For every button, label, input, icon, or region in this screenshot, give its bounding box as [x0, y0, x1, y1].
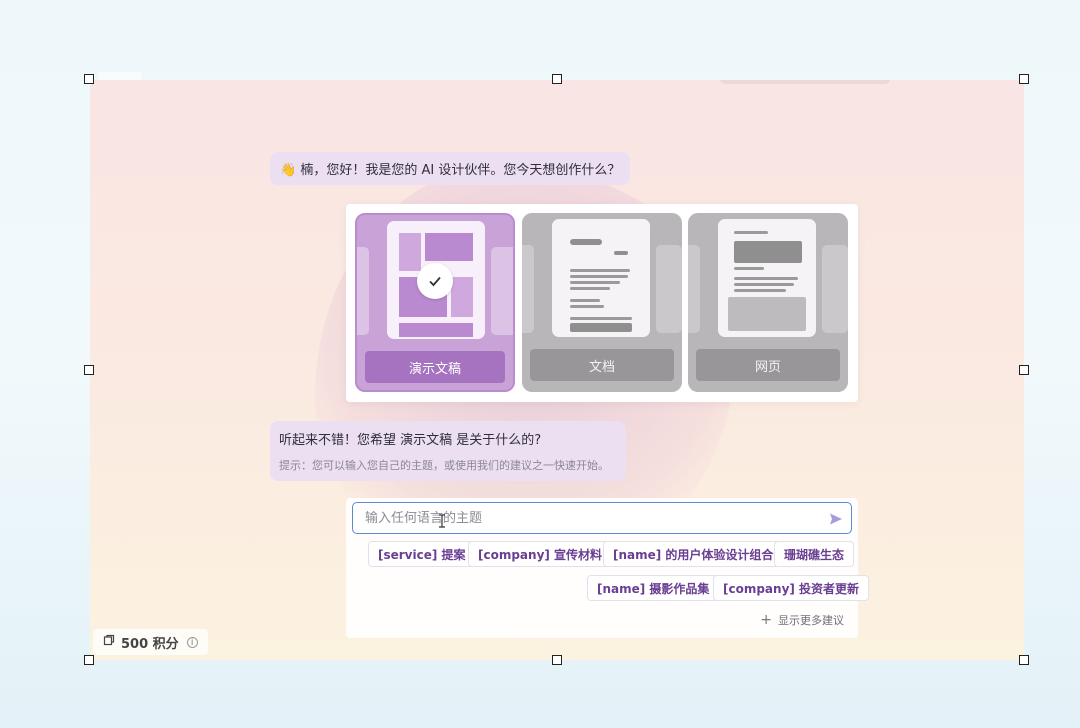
credits-icon: [103, 634, 115, 650]
doc-line: [570, 287, 610, 290]
prompt-hint: 提示：您可以输入您自己的主题，或使用我们的建议之一快速开始。: [279, 459, 609, 472]
doc-line: [570, 317, 632, 320]
show-more-label: 显示更多建议: [778, 614, 844, 627]
type-card-label: 网页: [696, 349, 840, 381]
suggestion-chip[interactable]: [company] 投资者更新: [713, 575, 870, 601]
webpage-preview: [718, 219, 816, 337]
side-preview-right: [491, 247, 513, 335]
type-card-label: 演示文稿: [365, 351, 505, 383]
side-preview-right: [656, 245, 682, 333]
wave-emoji: 👋: [280, 163, 297, 178]
resize-handle-bottom-left[interactable]: [84, 655, 94, 665]
type-card-presentation[interactable]: 演示文稿: [355, 213, 515, 392]
doc-line: [570, 269, 630, 272]
topic-input-panel: [service] 提案 [company] 宣传材料 [name] 的用户体验…: [346, 498, 870, 638]
suggestion-chip[interactable]: 珊瑚礁生态: [774, 541, 855, 567]
prompt-question: 听起来不错！您希望 演示文稿 是关于什么的?: [279, 433, 542, 448]
slide-thumb: [399, 323, 473, 337]
suggestion-chip[interactable]: [service] 提案: [368, 541, 476, 567]
send-icon[interactable]: [829, 511, 843, 530]
slide-thumb: [399, 233, 421, 271]
screenshot-frame: 👋 楠，您好！我是您的 AI 设计伙伴。您今天想创作什么？ 演示文稿 文档 网页…: [90, 80, 1024, 660]
doc-line: [614, 251, 628, 255]
resize-handle-top-right[interactable]: [1019, 74, 1029, 84]
info-icon[interactable]: i: [186, 636, 198, 648]
greeting-text: 楠，您好！我是您的 AI 设计伙伴。您今天想创作什么？: [300, 163, 621, 178]
checkmark-icon: [417, 263, 453, 299]
suggestion-chip[interactable]: [name] 的用户体验设计组合: [603, 541, 784, 567]
suggestion-chip[interactable]: [company] 宣传材料: [468, 541, 613, 567]
resize-handle-bottom-right[interactable]: [1019, 655, 1029, 665]
doc-line: [570, 299, 600, 302]
credits-text: 500 积分: [121, 636, 179, 652]
content-type-chooser: 演示文稿 文档 网页: [346, 204, 858, 402]
resize-handle-middle-left[interactable]: [84, 365, 94, 375]
document-preview: [552, 219, 650, 337]
type-card-document[interactable]: 文档: [522, 213, 682, 392]
credits-badge[interactable]: 500 积分 i: [93, 629, 208, 655]
resize-handle-middle-right[interactable]: [1019, 365, 1029, 375]
web-line: [734, 277, 798, 280]
type-card-webpage[interactable]: 网页: [688, 213, 848, 392]
web-line: [734, 231, 768, 234]
web-line: [734, 267, 764, 270]
plus-icon: +: [760, 612, 772, 628]
side-preview-right: [822, 245, 848, 333]
text-cursor-icon: [438, 513, 446, 532]
resize-handle-bottom-center[interactable]: [552, 655, 562, 665]
prompt-bubble: 听起来不错！您希望 演示文稿 是关于什么的? 提示：您可以输入您自己的主题，或使…: [270, 421, 626, 481]
show-more-suggestions-button[interactable]: + 显示更多建议: [760, 612, 844, 628]
slide-thumb: [451, 277, 473, 317]
doc-line: [570, 239, 602, 245]
doc-line: [570, 305, 604, 308]
topic-input[interactable]: [365, 510, 805, 526]
web-line: [734, 289, 786, 292]
web-line: [734, 283, 794, 286]
topic-input-box[interactable]: [352, 502, 852, 534]
greeting-bubble: 👋 楠，您好！我是您的 AI 设计伙伴。您今天想创作什么？: [270, 152, 631, 185]
frame-tab: [98, 72, 142, 80]
top-bar-shadow: [720, 80, 890, 84]
slide-thumb: [425, 233, 473, 261]
web-hero: [734, 241, 802, 263]
resize-handle-top-left[interactable]: [84, 74, 94, 84]
suggestion-chip[interactable]: [name] 摄影作品集: [587, 575, 720, 601]
side-preview-left: [522, 245, 534, 333]
doc-line: [570, 281, 620, 284]
doc-line: [570, 323, 632, 332]
resize-handle-top-center[interactable]: [552, 74, 562, 84]
web-footer: [728, 297, 806, 331]
doc-line: [570, 275, 628, 278]
type-card-label: 文档: [530, 349, 674, 381]
side-preview-left: [357, 247, 369, 335]
side-preview-left: [688, 245, 700, 333]
